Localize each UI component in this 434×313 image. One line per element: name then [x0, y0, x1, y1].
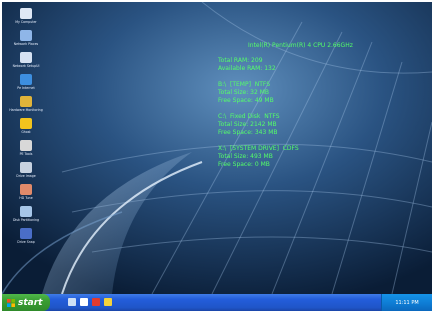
desktop-icon[interactable]: Disk Partitioning	[6, 206, 46, 228]
system-tray: 11:11 PM	[381, 294, 432, 311]
drive-icon	[20, 162, 32, 173]
desktop-icon[interactable]: Ghost	[6, 118, 46, 140]
desktop-icon-label: Drive Snap	[17, 240, 35, 244]
desktop-icon-label: My Computer	[15, 20, 37, 24]
tools-icon[interactable]	[92, 298, 100, 306]
start-button[interactable]: start	[2, 294, 50, 311]
disk-icon	[20, 184, 32, 195]
system-info-line	[218, 73, 299, 81]
system-info-line: Total RAM: 209	[218, 57, 263, 64]
app-icon[interactable]	[104, 298, 112, 306]
clock[interactable]: 11:11 PM	[395, 300, 418, 306]
tools-icon	[20, 140, 32, 151]
desktop-icon[interactable]: Network Places	[6, 30, 46, 52]
system-info-line	[218, 137, 299, 145]
system-info-line: Total Size: 32 MB	[218, 89, 269, 96]
desktop-icon-label: Network Places	[13, 42, 39, 46]
system-info-line: B:\ [TEMP] NTFS	[218, 81, 271, 88]
start-label: start	[18, 297, 43, 308]
desktop-icon-label: Hardware Monitoring	[9, 108, 43, 112]
network-icon	[20, 30, 32, 41]
desktop-icon-label: Ghost	[21, 130, 31, 134]
ghost-icon	[20, 118, 32, 129]
desktop-icon-label: PE Tools	[19, 152, 33, 156]
desktop-icon[interactable]: My Computer	[6, 8, 46, 30]
snapshot-icon	[20, 228, 32, 239]
desktop-frame: My Computer Network Places Network SetupUI…	[2, 2, 432, 311]
desktop-icon[interactable]: PE Tools	[6, 140, 46, 162]
desktop-icon-label: Disk Partitioning	[12, 218, 40, 222]
show-desktop-icon[interactable]	[68, 298, 76, 306]
desktop-icon-label: HD Tune	[19, 196, 33, 200]
partition-icon	[20, 206, 32, 217]
monitoring-icon	[20, 96, 32, 107]
system-info-line: Total Size: 493 MB	[218, 153, 273, 160]
system-info-line: Free Space: 49 MB	[218, 97, 274, 104]
system-info-line: X:\ [SYSTEM DRIVE] CDFS	[218, 145, 299, 152]
desktop-icons: My Computer Network Places Network SetupUI…	[6, 8, 46, 250]
system-info-line: Free Space: 343 MB	[218, 129, 278, 136]
globe-icon	[20, 74, 32, 85]
system-info-line: C:\ Fixed Disk NTFS	[218, 113, 280, 120]
taskbar: start 11:11 PM	[2, 294, 432, 311]
cpu-info: Intel(R) Pentium(R) 4 CPU 2.66GHz	[248, 42, 353, 49]
desktop-icon[interactable]: Hardware Monitoring	[6, 96, 46, 118]
system-info-line: Free Space: 0 MB	[218, 161, 270, 168]
desktop-icon[interactable]: Pe Internet	[6, 74, 46, 96]
desktop-icon[interactable]: Network SetupUI	[6, 52, 46, 74]
desktop-icon-label: Drive Image	[16, 174, 36, 178]
system-info-line: Total Size: 2142 MB	[218, 121, 277, 128]
desktop-icon-label: Pe Internet	[17, 86, 35, 90]
desktop-icon[interactable]: Drive Image	[6, 162, 46, 184]
setup-icon	[20, 52, 32, 63]
desktop-wallpaper	[2, 2, 432, 294]
desktop-icon[interactable]: Drive Snap	[6, 228, 46, 250]
windows-flag-icon	[7, 298, 15, 307]
desktop-icon[interactable]: HD Tune	[6, 184, 46, 206]
system-info-line: Available RAM: 132	[218, 65, 276, 72]
computer-icon	[20, 8, 32, 19]
explorer-icon[interactable]	[80, 298, 88, 306]
desktop-icon-label: Network SetupUI	[12, 64, 40, 68]
system-info-line	[218, 105, 299, 113]
